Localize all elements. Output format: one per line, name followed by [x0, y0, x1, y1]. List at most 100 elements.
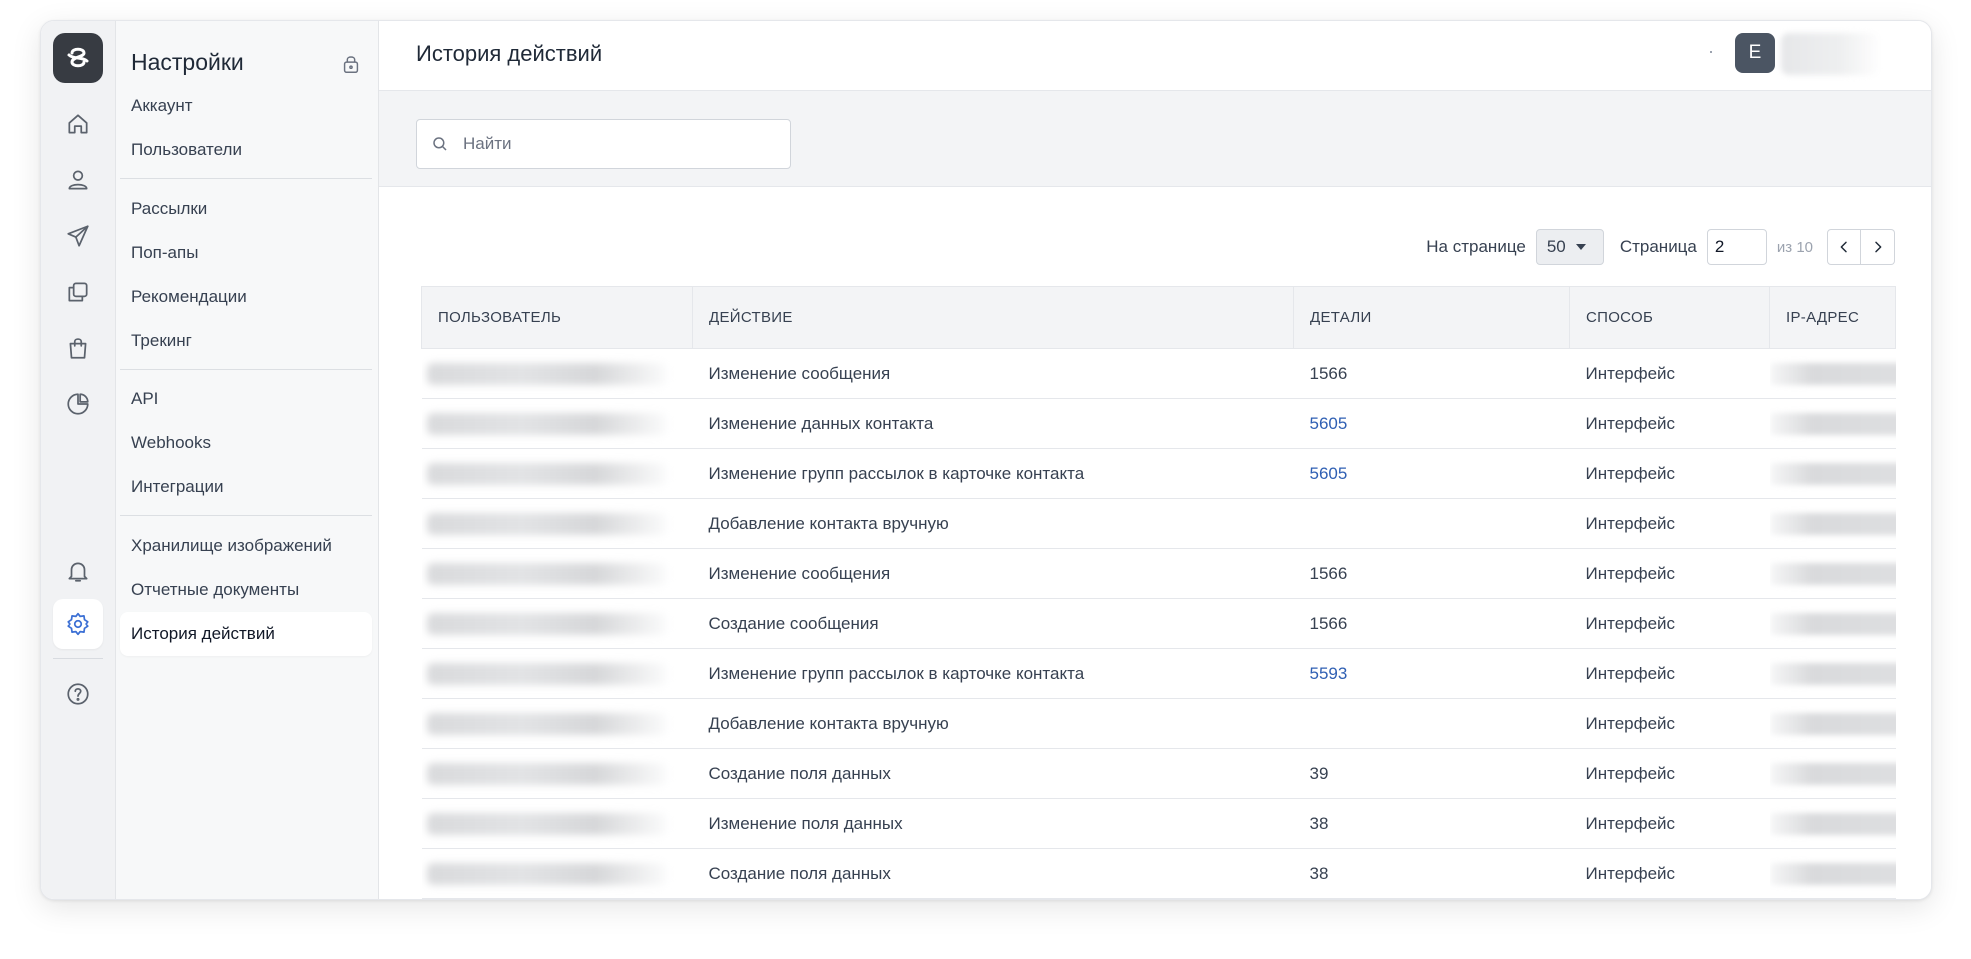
search-field[interactable]	[416, 119, 791, 169]
table-row[interactable]: Добавление контакта вручную Интерфейс	[421, 498, 1896, 549]
cell-details: 1566	[1293, 348, 1570, 399]
cell-action: Изменение поля данных	[692, 798, 1294, 849]
settings-divider	[120, 515, 372, 516]
settings-item-popups[interactable]: Поп-апы	[120, 231, 372, 275]
settings-item-webhooks[interactable]: Webhooks	[120, 421, 372, 465]
cell-ip	[1769, 448, 1896, 499]
ip-address-blurred	[1769, 762, 1896, 785]
table-row[interactable]: Изменение поля данных 38 Интерфейс	[421, 798, 1896, 849]
app-window: Настройки Аккаунт Пользователи Рассылки …	[40, 20, 1932, 900]
ip-address-blurred	[1769, 812, 1896, 835]
user-name-blurred	[426, 662, 667, 685]
next-page-button[interactable]	[1861, 229, 1895, 265]
cell-user	[421, 398, 693, 449]
column-header-action[interactable]: ДЕЙСТВИЕ	[692, 286, 1294, 349]
shopping-bag-icon	[69, 338, 87, 359]
settings-item-image-storage[interactable]: Хранилище изображений	[120, 524, 372, 568]
table-row[interactable]: Изменение групп рассылок в карточке конт…	[421, 448, 1896, 499]
search-input[interactable]	[463, 134, 763, 154]
table-row[interactable]: Создание сообщения 1566 Интерфейс	[421, 598, 1896, 649]
bell-icon	[68, 562, 88, 582]
table-row[interactable]: Изменение сообщения 1566 Интерфейс	[421, 548, 1896, 599]
nav-notifications[interactable]	[53, 546, 103, 596]
cell-details-link[interactable]: 5605	[1293, 448, 1570, 499]
nav-home[interactable]	[53, 99, 103, 149]
logo-icon	[67, 47, 89, 68]
cell-method: Интерфейс	[1569, 548, 1770, 599]
pagination: На странице 50 Страница из 10	[1426, 229, 1895, 265]
user-name-blurred[interactable]	[1781, 33, 1881, 75]
nav-help[interactable]	[53, 669, 103, 719]
cell-details	[1293, 698, 1570, 749]
table-row[interactable]: Создание поля данных 39 Интерфейс	[421, 748, 1896, 799]
icon-rail	[41, 21, 116, 899]
column-header-method[interactable]: СПОСОБ	[1569, 286, 1770, 349]
table-header-row: ПОЛЬЗОВАТЕЛЬ ДЕЙСТВИЕ ДЕТАЛИ СПОСОБ IP-А…	[421, 286, 1896, 349]
ip-address-blurred	[1769, 512, 1896, 535]
table-row[interactable]: Добавление контакта вручную Интерфейс	[421, 698, 1896, 749]
cell-method: Интерфейс	[1569, 848, 1770, 899]
page-label: Страница	[1619, 237, 1697, 256]
settings-title: Настройки	[131, 49, 244, 75]
nav-campaigns[interactable]	[53, 211, 103, 261]
cell-user	[421, 448, 693, 499]
lock-icon[interactable]	[340, 53, 362, 75]
cell-ip	[1769, 798, 1896, 849]
ip-address-blurred	[1769, 862, 1896, 885]
cell-user	[421, 798, 693, 849]
cell-details-link[interactable]: 5605	[1293, 398, 1570, 449]
cell-action: Создание поля данных	[692, 848, 1294, 899]
table-row[interactable]: Изменение групп рассылок в карточке конт…	[421, 648, 1896, 699]
cell-ip	[1769, 498, 1896, 549]
settings-item-activity-history[interactable]: История действий	[120, 612, 372, 656]
cell-action: Создание сообщения	[692, 598, 1294, 649]
settings-item-integrations[interactable]: Интеграции	[120, 465, 372, 509]
user-avatar[interactable]: E	[1735, 33, 1775, 73]
user-name-blurred	[426, 512, 667, 535]
settings-item-api[interactable]: API	[120, 377, 372, 421]
nav-templates[interactable]	[53, 267, 103, 317]
app-logo[interactable]	[53, 33, 103, 83]
user-name-blurred	[426, 612, 667, 635]
cell-action: Изменение сообщения	[692, 548, 1294, 599]
table-row[interactable]: Создание поля данных 38 Интерфейс	[421, 848, 1896, 899]
cell-details-link[interactable]: 5593	[1293, 648, 1570, 699]
cell-details: 1566	[1293, 548, 1570, 599]
nav-settings[interactable]	[53, 599, 103, 649]
ip-address-blurred	[1769, 662, 1896, 685]
settings-item-tracking[interactable]: Трекинг	[120, 319, 372, 363]
cell-ip	[1769, 348, 1896, 399]
user-name-blurred	[426, 712, 667, 735]
cell-details: 39	[1293, 748, 1570, 799]
nav-reports[interactable]	[53, 379, 103, 429]
cell-action: Изменение групп рассылок в карточке конт…	[692, 448, 1294, 499]
settings-item-recommendations[interactable]: Рекомендации	[120, 275, 372, 319]
column-header-ip[interactable]: IP-АДРЕС	[1769, 286, 1896, 349]
table-row[interactable]: Изменение данных контакта 5605 Интерфейс	[421, 398, 1896, 449]
settings-item-account[interactable]: Аккаунт	[120, 84, 372, 128]
cell-user	[421, 748, 693, 799]
page-number-input[interactable]	[1706, 229, 1767, 265]
cell-action: Изменение сообщения	[692, 348, 1294, 399]
settings-item-users[interactable]: Пользователи	[120, 128, 372, 172]
column-header-details[interactable]: ДЕТАЛИ	[1293, 286, 1570, 349]
nav-shop[interactable]	[53, 323, 103, 373]
search-bar	[379, 91, 1931, 187]
per-page-select[interactable]: 50	[1535, 229, 1604, 265]
nav-contacts[interactable]	[53, 155, 103, 205]
table-row[interactable]: Изменение сообщения 1566 Интерфейс	[421, 348, 1896, 399]
prev-page-button[interactable]	[1827, 229, 1861, 265]
table-body: Изменение сообщения 1566 Интерфейс Изменени…	[421, 348, 1896, 899]
settings-item-mailings[interactable]: Рассылки	[120, 187, 372, 231]
main-content: История действий E На странице 50 Страни…	[379, 21, 1931, 899]
cell-action: Изменение данных контакта	[692, 398, 1294, 449]
cell-action: Добавление контакта вручную	[692, 698, 1294, 749]
caret-down-icon	[1575, 244, 1586, 250]
user-name-blurred	[426, 462, 667, 485]
cell-method: Интерфейс	[1569, 648, 1770, 699]
settings-item-report-documents[interactable]: Отчетные документы	[120, 568, 372, 612]
column-header-user[interactable]: ПОЛЬЗОВАТЕЛЬ	[421, 286, 693, 349]
per-page-label: На странице	[1426, 237, 1526, 256]
page-total: из 10	[1776, 238, 1813, 256]
cell-method: Интерфейс	[1569, 698, 1770, 749]
